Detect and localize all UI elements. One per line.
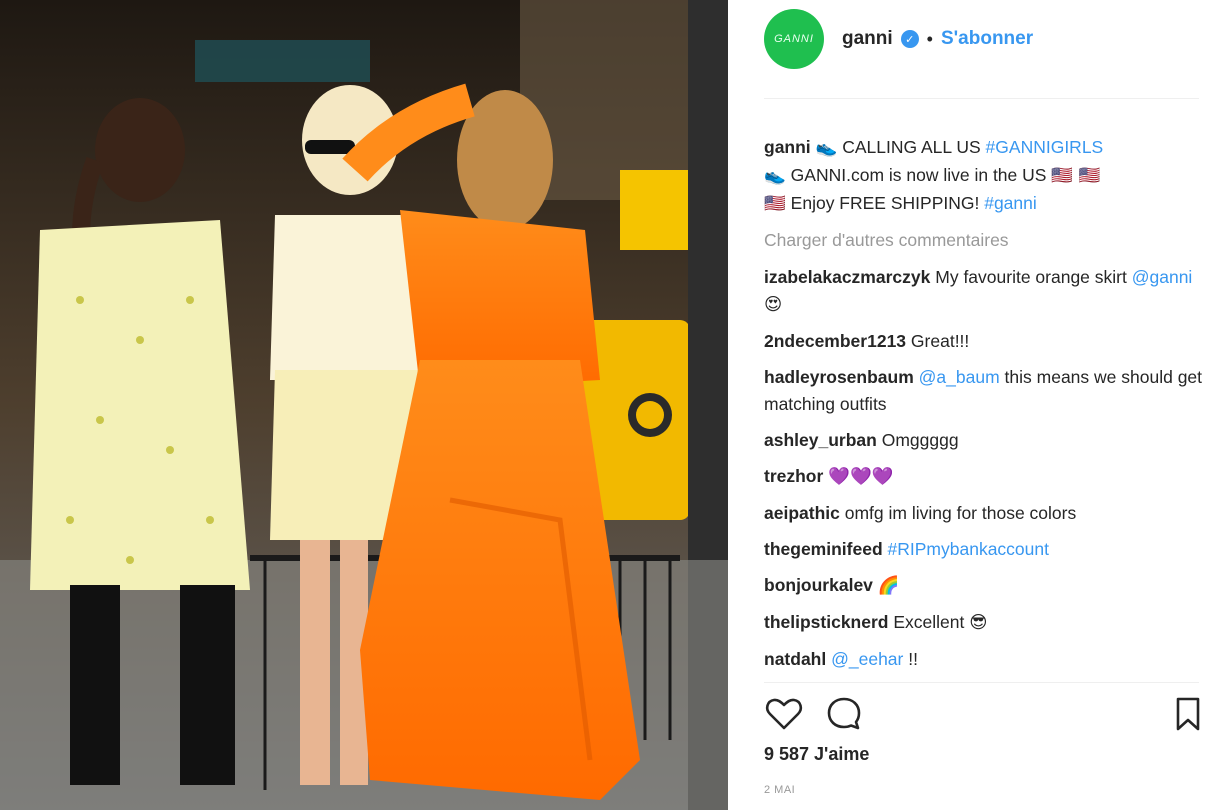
us-flag-icon: 🇺🇸 — [764, 194, 786, 214]
comment-text: Great!!! — [910, 331, 970, 351]
post-sidebar: GANNI ganni ✓ • S'abonner ganni 👟 CALLIN… — [728, 0, 1215, 810]
comment-text: Excellent — [893, 612, 965, 632]
sneaker-emoji: 👟 — [764, 166, 786, 186]
comment-username[interactable]: natdahl — [764, 649, 826, 669]
comment-item: bonjourkalev 🌈 — [764, 572, 1204, 600]
comment-item: thelipsticknerd Excellent 😎 — [764, 609, 1204, 637]
comment-username[interactable]: ashley_urban — [764, 430, 877, 450]
post-header: GANNI ganni ✓ • S'abonner — [728, 0, 1215, 78]
avatar-logo-text: GANNI — [774, 33, 814, 45]
post-actions — [764, 690, 1204, 736]
author-username[interactable]: ganni — [842, 28, 893, 50]
caption-line1: CALLING ALL US — [842, 137, 981, 157]
hashtag-gannigirls[interactable]: #GANNIGIRLS — [986, 137, 1104, 157]
avatar[interactable]: GANNI — [764, 9, 824, 69]
comment-item: aeipathic omfg im living for those color… — [764, 500, 1204, 527]
comment-bubble-icon[interactable] — [824, 694, 864, 734]
comment-username[interactable]: thelipsticknerd — [764, 612, 888, 632]
comment-username[interactable]: aeipathic — [764, 503, 840, 523]
comment-text: Omggggg — [881, 430, 959, 450]
comment-text: My favourite orange skirt — [935, 267, 1127, 287]
purple-hearts-emoji: 💜💜💜 — [828, 467, 894, 487]
comments-list[interactable]: ganni 👟 CALLING ALL US #GANNIGIRLS 👟 GAN… — [764, 134, 1204, 678]
comment-mention[interactable]: @_eehar — [831, 649, 903, 669]
comment-item: natdahl @_eehar !! — [764, 646, 1204, 673]
heart-eyes-emoji: 😍 — [764, 295, 783, 315]
hashtag-ganni[interactable]: #ganni — [984, 193, 1037, 213]
comment-item: trezhor 💜💜💜 — [764, 463, 1204, 491]
caption-line3: Enjoy FREE SHIPPING! — [790, 193, 980, 213]
comment-text: !! — [908, 649, 918, 669]
caption-line2: GANNI.com is now live in the US — [790, 165, 1047, 185]
comment-item: hadleyrosenbaum @a_baum this means we sh… — [764, 364, 1204, 418]
comment-username[interactable]: izabelakaczmarczyk — [764, 267, 930, 287]
comment-item: izabelakaczmarczyk My favourite orange s… — [764, 264, 1204, 319]
comment-text: omfg im living for those colors — [844, 503, 1077, 523]
comment-item: 2ndecember1213 Great!!! — [764, 328, 1204, 355]
post-caption: ganni 👟 CALLING ALL US #GANNIGIRLS 👟 GAN… — [764, 134, 1204, 218]
rainbow-emoji: 🌈 — [877, 576, 900, 596]
comment-item: thegeminifeed #RIPmybankaccount — [764, 536, 1204, 563]
caption-username[interactable]: ganni — [764, 137, 811, 157]
header-divider — [764, 98, 1199, 99]
comment-username[interactable]: 2ndecember1213 — [764, 331, 906, 351]
comment-mention[interactable]: @a_baum — [919, 367, 1000, 387]
post-photo[interactable] — [0, 0, 728, 810]
comment-mention[interactable]: @ganni — [1132, 267, 1193, 287]
us-flag-icon: 🇺🇸 🇺🇸 — [1051, 166, 1101, 186]
street-fashion-photo — [0, 0, 728, 810]
follow-button[interactable]: S'abonner — [941, 28, 1033, 50]
comment-hashtag[interactable]: #RIPmybankaccount — [888, 539, 1049, 559]
post-date: 2 MAI — [764, 784, 796, 796]
sneaker-emoji: 👟 — [815, 138, 838, 158]
actions-divider — [764, 682, 1199, 683]
comment-username[interactable]: thegeminifeed — [764, 539, 883, 559]
separator-dot: • — [926, 28, 933, 49]
verified-badge-icon: ✓ — [900, 30, 919, 48]
comment-item: ashley_urban Omggggg — [764, 427, 1204, 454]
heart-icon[interactable] — [764, 694, 804, 734]
load-more-comments[interactable]: Charger d'autres commentaires — [764, 227, 1204, 254]
likes-count[interactable]: 9 587 J'aime — [764, 744, 869, 765]
comment-username[interactable]: hadleyrosenbaum — [764, 367, 914, 387]
comment-username[interactable]: bonjourkalev — [764, 575, 873, 595]
sunglasses-emoji: 😎 — [969, 613, 988, 633]
bookmark-icon[interactable] — [1168, 694, 1208, 734]
comment-username[interactable]: trezhor — [764, 466, 823, 486]
